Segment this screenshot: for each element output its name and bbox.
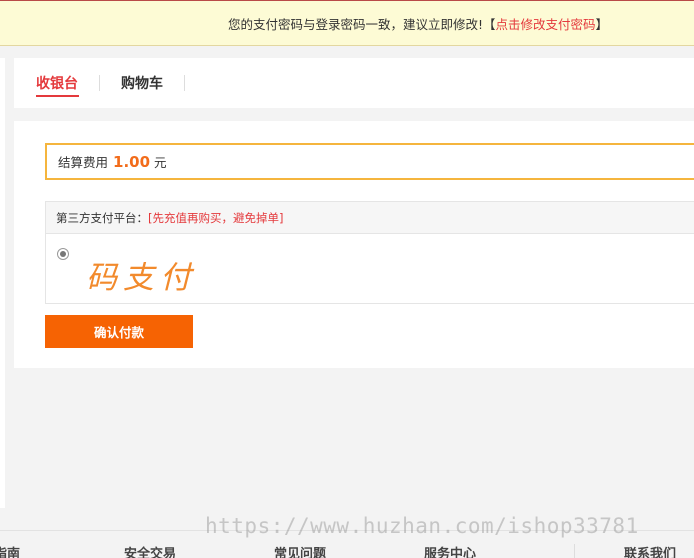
- confirm-payment-button[interactable]: 确认付款: [45, 315, 193, 348]
- footer-separator: [574, 544, 575, 558]
- left-panel-edge: [0, 58, 5, 508]
- active-tab-underline: [36, 95, 79, 97]
- tab-cart-label: 购物车: [121, 76, 163, 92]
- tab-cart[interactable]: 购物车: [100, 58, 184, 108]
- footer-nav: 指南 安全交易 常见问题 服务中心 联系我们: [0, 546, 694, 558]
- tab-cashier-label: 收银台: [36, 76, 78, 92]
- footer-item-safe-trade[interactable]: 安全交易: [124, 546, 176, 558]
- notice-bracket-close: 】: [595, 16, 608, 32]
- footer-item-guide[interactable]: 指南: [0, 546, 20, 558]
- payment-method-radio[interactable]: [57, 248, 69, 260]
- payment-warning: [先充值再购买，避免掉单]: [148, 210, 284, 225]
- notice-bracket-open: 【: [482, 16, 496, 32]
- cashier-tabs: 收银台 购物车: [14, 58, 694, 108]
- change-pay-password-link[interactable]: 点击修改支付密码: [495, 14, 595, 33]
- payment-panel: 结算费用 1.00 元 第三方支付平台： [先充值再购买，避免掉单] 码支付 确…: [14, 121, 694, 368]
- tab-divider: [184, 75, 185, 91]
- password-notice-bar: 您的支付密码与登录密码一致，建议立即修改! 【 点击修改支付密码 】: [0, 0, 694, 46]
- footer-item-service-center[interactable]: 服务中心: [424, 546, 476, 558]
- amount-unit: 元: [154, 155, 167, 170]
- payment-method-logo[interactable]: 码支付: [86, 252, 197, 297]
- payment-method-box: 第三方支付平台： [先充值再购买，避免掉单] 码支付: [45, 201, 694, 304]
- settlement-amount-box: 结算费用 1.00 元: [45, 143, 694, 180]
- footer-item-faq[interactable]: 常见问题: [274, 546, 326, 558]
- tab-cashier[interactable]: 收银台: [14, 58, 99, 108]
- amount-label: 结算费用: [58, 155, 109, 170]
- payment-platform-label: 第三方支付平台：: [56, 210, 148, 225]
- watermark-url: https://www.huzhan.com/ishop33781: [205, 514, 639, 538]
- notice-text: 您的支付密码与登录密码一致，建议立即修改!: [227, 16, 483, 32]
- footer-item-contact[interactable]: 联系我们: [624, 546, 676, 558]
- payment-method-header: 第三方支付平台： [先充值再购买，避免掉单]: [46, 202, 694, 234]
- amount-value: 1.00: [113, 152, 151, 171]
